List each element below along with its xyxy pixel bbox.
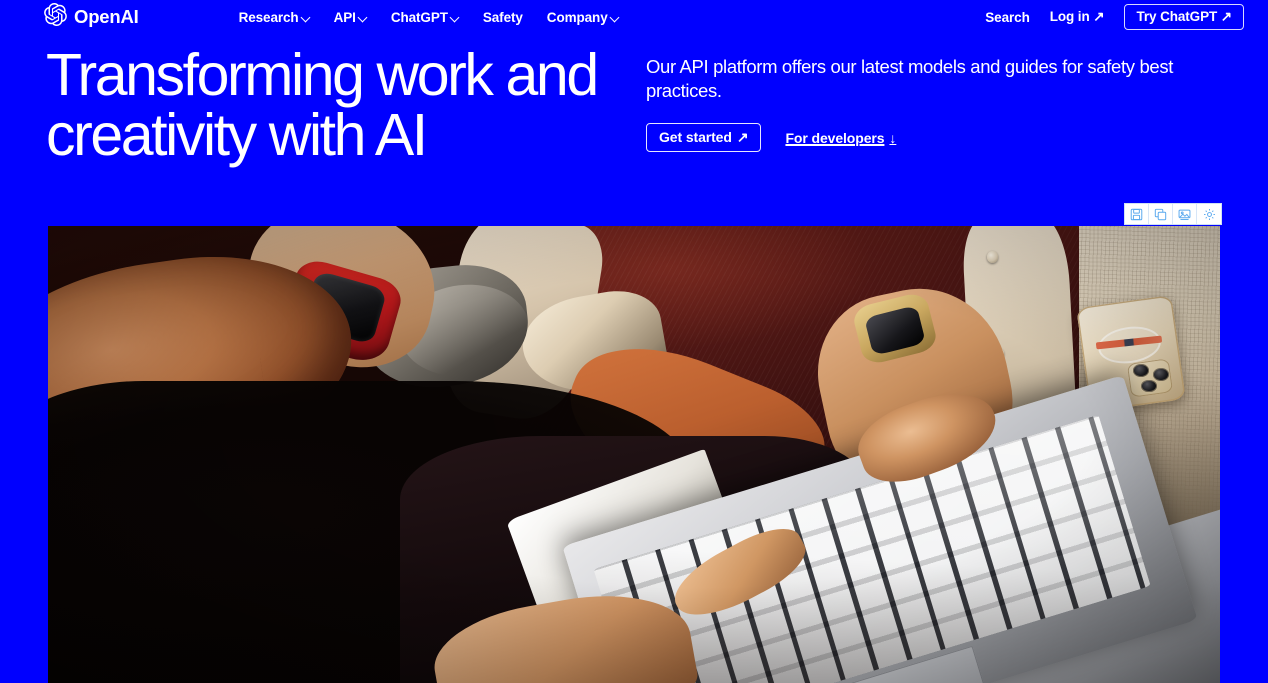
openai-logo-link[interactable]: OpenAI (44, 2, 139, 31)
hero-right-column: Our API platform offers our latest model… (646, 46, 1244, 216)
hero-image[interactable] (48, 226, 1220, 683)
get-started-label: Get started (659, 129, 732, 146)
nav-link-chatgpt[interactable]: ChatGPT (391, 10, 459, 25)
nav-link-label: Safety (482, 9, 523, 25)
nav-link-company[interactable]: Company (547, 10, 619, 25)
settings-icon[interactable] (1197, 204, 1221, 224)
chevron-down-icon (359, 14, 367, 22)
nav-link-label: API (333, 9, 356, 25)
nav-link-label: ChatGPT (390, 9, 448, 25)
primary-nav-links: Research API ChatGPT Safety Company (239, 10, 619, 25)
photo-shirt-button (986, 250, 999, 263)
hero-description: Our API platform offers our latest model… (646, 56, 1174, 102)
openai-blossom-icon (44, 2, 67, 31)
chevron-down-icon (611, 14, 619, 22)
arrow-up-right-icon: ↗ (736, 129, 749, 146)
nav-link-api[interactable]: API (334, 10, 367, 25)
hero-image-canvas (48, 226, 1220, 683)
page-title: Transforming work and creativity with AI (46, 42, 599, 168)
nav-link-safety[interactable]: Safety (483, 10, 523, 25)
get-started-button[interactable]: Get started ↗ (646, 123, 762, 153)
nav-link-research[interactable]: Research (239, 10, 310, 25)
for-developers-link[interactable]: For developers ↓ (785, 130, 896, 146)
photo-phone-camera-lens (1153, 368, 1169, 381)
nav-link-label: Research (238, 9, 299, 25)
nav-link-label: Company (546, 9, 608, 25)
image-toolbar[interactable] (1124, 203, 1222, 225)
copy-icon[interactable] (1149, 204, 1173, 224)
search-button[interactable]: Search (985, 10, 1030, 25)
try-chatgpt-button[interactable]: Try ChatGPT ↗ (1124, 3, 1244, 31)
for-developers-label: For developers (785, 129, 885, 146)
hero-action-row: Get started ↗ For developers ↓ (646, 123, 1244, 153)
save-icon[interactable] (1125, 204, 1149, 224)
hero-section: Transforming work and creativity with AI… (0, 34, 1268, 216)
chevron-down-icon (302, 14, 310, 22)
top-navigation-bar: OpenAI Research API ChatGPT Safety Compa… (0, 0, 1268, 34)
login-link[interactable]: Log in ↗ (1050, 9, 1105, 25)
screenshot-icon[interactable] (1173, 204, 1197, 224)
brand-name: OpenAI (74, 5, 139, 27)
chevron-down-icon (451, 14, 459, 22)
nav-right-actions: Search Log in ↗ Try ChatGPT ↗ (985, 3, 1244, 31)
hero-left-column: Transforming work and creativity with AI (46, 42, 646, 216)
arrow-down-icon: ↓ (889, 129, 897, 146)
